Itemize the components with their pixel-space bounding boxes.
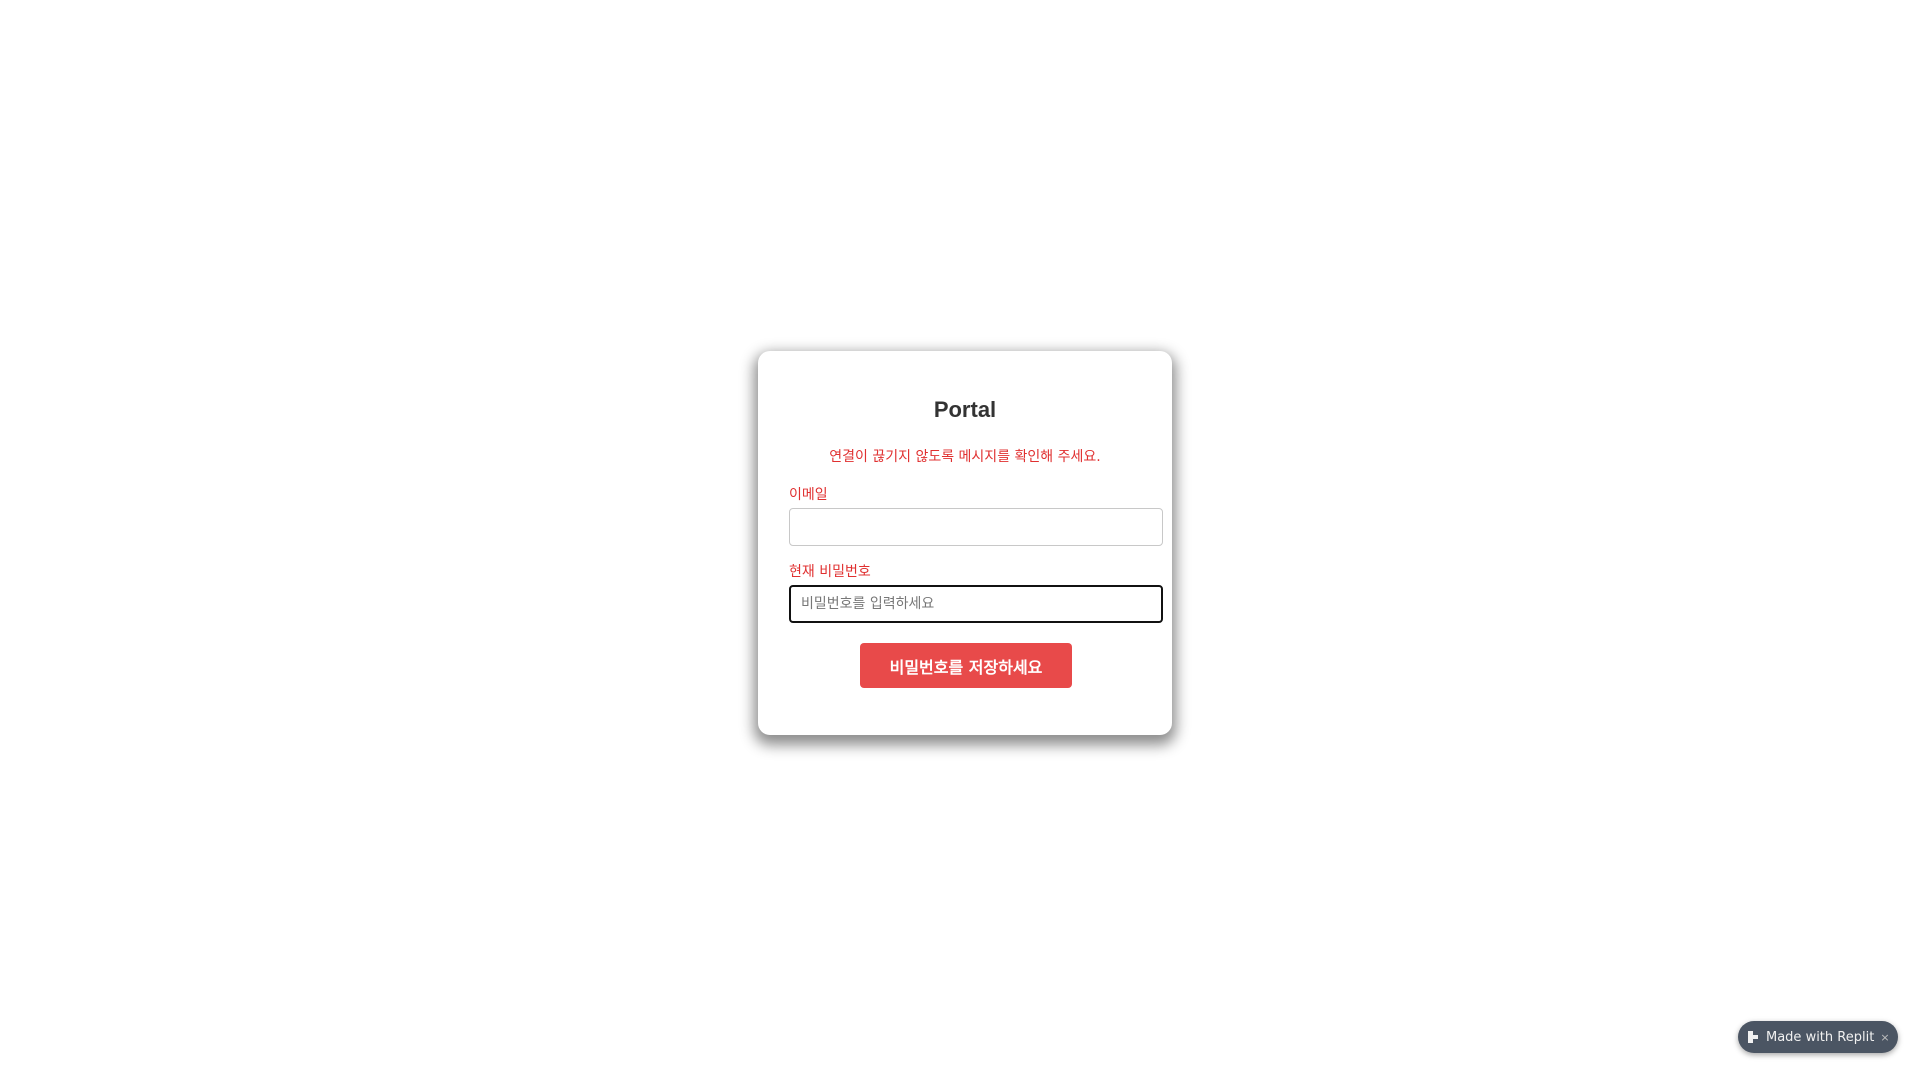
close-icon[interactable]: × (1880, 1031, 1889, 1044)
page: Portal 연결이 끊기지 않도록 메시지를 확인해 주세요. 이메일 현재 … (0, 0, 1920, 1080)
email-field[interactable] (789, 508, 1163, 546)
badge-label: Made with Replit (1766, 1029, 1875, 1045)
page-title: Portal (933, 397, 997, 422)
email-label: 이메일 (789, 487, 828, 503)
notice-message: 연결이 끊기지 않도록 메시지를 확인해 주세요. (829, 449, 1101, 465)
password-field[interactable] (789, 585, 1163, 623)
save-password-button[interactable]: 비밀번호를 저장하세요 (860, 643, 1072, 688)
login-card: Portal 연결이 끊기지 않도록 메시지를 확인해 주세요. 이메일 현재 … (758, 351, 1172, 735)
password-label: 현재 비밀번호 (789, 564, 871, 580)
replit-icon (1748, 1031, 1758, 1043)
made-with-replit-badge[interactable]: Made with Replit × (1738, 1021, 1898, 1053)
